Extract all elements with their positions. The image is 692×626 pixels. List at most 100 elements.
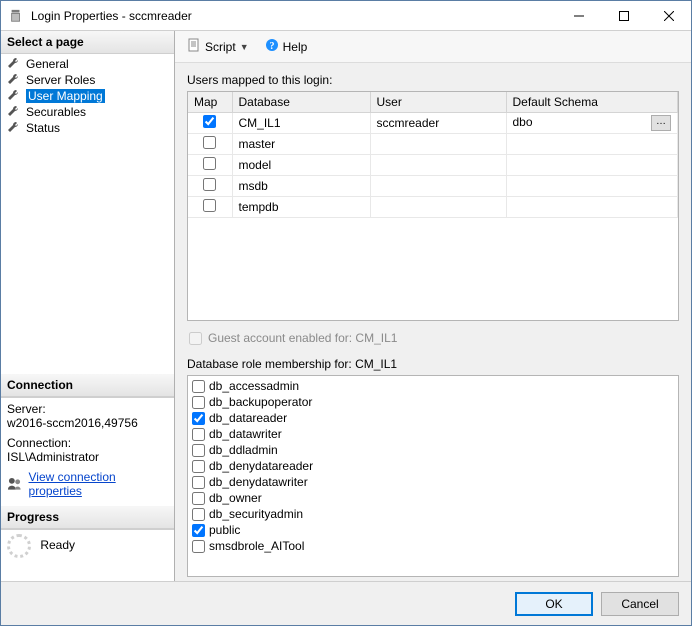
table-row[interactable]: master	[188, 134, 678, 155]
nav-label: Status	[26, 121, 60, 135]
roles-list[interactable]: db_accessadmindb_backupoperatordb_datare…	[188, 376, 678, 576]
cell-user[interactable]	[370, 155, 506, 176]
role-checkbox[interactable]	[192, 428, 205, 441]
select-page-header: Select a page	[1, 31, 174, 54]
role-item[interactable]: db_ddladmin	[192, 442, 674, 458]
roles-label: Database role membership for: CM_IL1	[187, 357, 679, 371]
cell-schema[interactable]	[506, 197, 678, 218]
role-checkbox[interactable]	[192, 476, 205, 489]
nav-label: Securables	[26, 105, 86, 119]
users-mapped-label: Users mapped to this login:	[187, 73, 679, 87]
role-item[interactable]: db_securityadmin	[192, 506, 674, 522]
col-map[interactable]: Map	[188, 92, 232, 113]
map-checkbox[interactable]	[203, 157, 216, 170]
cell-schema[interactable]	[506, 134, 678, 155]
role-item[interactable]: db_backupoperator	[192, 394, 674, 410]
title-bar: Login Properties - sccmreader	[1, 1, 691, 31]
wrench-icon	[7, 73, 21, 87]
table-row[interactable]: msdb	[188, 176, 678, 197]
cell-user[interactable]: sccmreader	[370, 113, 506, 134]
role-checkbox[interactable]	[192, 412, 205, 425]
col-schema[interactable]: Default Schema	[506, 92, 678, 113]
role-item[interactable]: db_denydatawriter	[192, 474, 674, 490]
help-label: Help	[283, 40, 308, 54]
role-checkbox[interactable]	[192, 540, 205, 553]
cell-schema[interactable]	[506, 176, 678, 197]
role-item[interactable]: db_datareader	[192, 410, 674, 426]
nav-user-mapping[interactable]: User Mapping	[1, 88, 174, 104]
role-checkbox[interactable]	[192, 508, 205, 521]
col-user[interactable]: User	[370, 92, 506, 113]
nav-securables[interactable]: Securables	[1, 104, 174, 120]
nav-label: User Mapping	[26, 89, 105, 103]
table-row[interactable]: model	[188, 155, 678, 176]
role-checkbox[interactable]	[192, 524, 205, 537]
server-label: Server:	[7, 402, 168, 416]
cell-user[interactable]	[370, 134, 506, 155]
role-label: db_securityadmin	[209, 506, 303, 522]
cancel-button[interactable]: Cancel	[601, 592, 679, 616]
nav-status[interactable]: Status	[1, 120, 174, 136]
role-item[interactable]: db_datawriter	[192, 426, 674, 442]
svg-text:?: ?	[269, 41, 274, 52]
cell-schema[interactable]	[506, 155, 678, 176]
role-label: db_datawriter	[209, 426, 282, 442]
connection-section: Server: w2016-sccm2016,49756 Connection:…	[1, 397, 174, 506]
role-checkbox[interactable]	[192, 444, 205, 457]
wrench-icon	[7, 89, 21, 103]
cell-database[interactable]: tempdb	[232, 197, 370, 218]
nav-server-roles[interactable]: Server Roles	[1, 72, 174, 88]
view-connection-link[interactable]: View connection properties	[29, 470, 168, 498]
role-label: db_denydatawriter	[209, 474, 308, 490]
role-checkbox[interactable]	[192, 396, 205, 409]
cell-database[interactable]: CM_IL1	[232, 113, 370, 134]
map-checkbox[interactable]	[203, 115, 216, 128]
progress-value: Ready	[40, 538, 75, 552]
map-checkbox[interactable]	[203, 178, 216, 191]
script-button[interactable]: Script ▼	[183, 36, 253, 57]
chevron-down-icon[interactable]: ▼	[240, 42, 249, 52]
cell-database[interactable]: model	[232, 155, 370, 176]
role-item[interactable]: db_accessadmin	[192, 378, 674, 394]
nav-label: General	[26, 57, 69, 71]
cell-user[interactable]	[370, 176, 506, 197]
users-mapped-grid[interactable]: Map Database User Default Schema CM_IL1s…	[187, 91, 679, 321]
people-icon	[7, 476, 23, 492]
table-row[interactable]: tempdb	[188, 197, 678, 218]
map-checkbox[interactable]	[203, 199, 216, 212]
role-item[interactable]: smsdbrole_AITool	[192, 538, 674, 554]
role-checkbox[interactable]	[192, 460, 205, 473]
wrench-icon	[7, 121, 21, 135]
map-checkbox[interactable]	[203, 136, 216, 149]
help-icon: ?	[265, 38, 279, 55]
progress-spinner-icon	[7, 534, 31, 558]
role-label: db_denydatareader	[209, 458, 313, 474]
toolbar: Script ▼ ? Help	[175, 31, 691, 63]
guest-checkbox	[189, 332, 202, 345]
role-item[interactable]: db_denydatareader	[192, 458, 674, 474]
minimize-button[interactable]	[556, 1, 601, 30]
nav-general[interactable]: General	[1, 56, 174, 72]
role-label: smsdbrole_AITool	[209, 538, 304, 554]
role-label: public	[209, 522, 240, 538]
page-nav: General Server Roles User Mapping Secura…	[1, 54, 174, 138]
help-button[interactable]: ? Help	[261, 36, 312, 57]
col-database[interactable]: Database	[232, 92, 370, 113]
cell-schema[interactable]: dbo…	[506, 113, 678, 134]
role-item[interactable]: public	[192, 522, 674, 538]
cell-database[interactable]: master	[232, 134, 370, 155]
close-button[interactable]	[646, 1, 691, 30]
maximize-button[interactable]	[601, 1, 646, 30]
ellipsis-button[interactable]: …	[651, 115, 671, 131]
role-item[interactable]: db_owner	[192, 490, 674, 506]
cell-database[interactable]: msdb	[232, 176, 370, 197]
right-panel: Script ▼ ? Help Users mapped to this log…	[175, 31, 691, 581]
role-checkbox[interactable]	[192, 492, 205, 505]
script-icon	[187, 38, 201, 55]
script-label: Script	[205, 40, 236, 54]
role-checkbox[interactable]	[192, 380, 205, 393]
ok-button[interactable]: OK	[515, 592, 593, 616]
role-label: db_accessadmin	[209, 378, 299, 394]
table-row[interactable]: CM_IL1sccmreaderdbo…	[188, 113, 678, 134]
cell-user[interactable]	[370, 197, 506, 218]
